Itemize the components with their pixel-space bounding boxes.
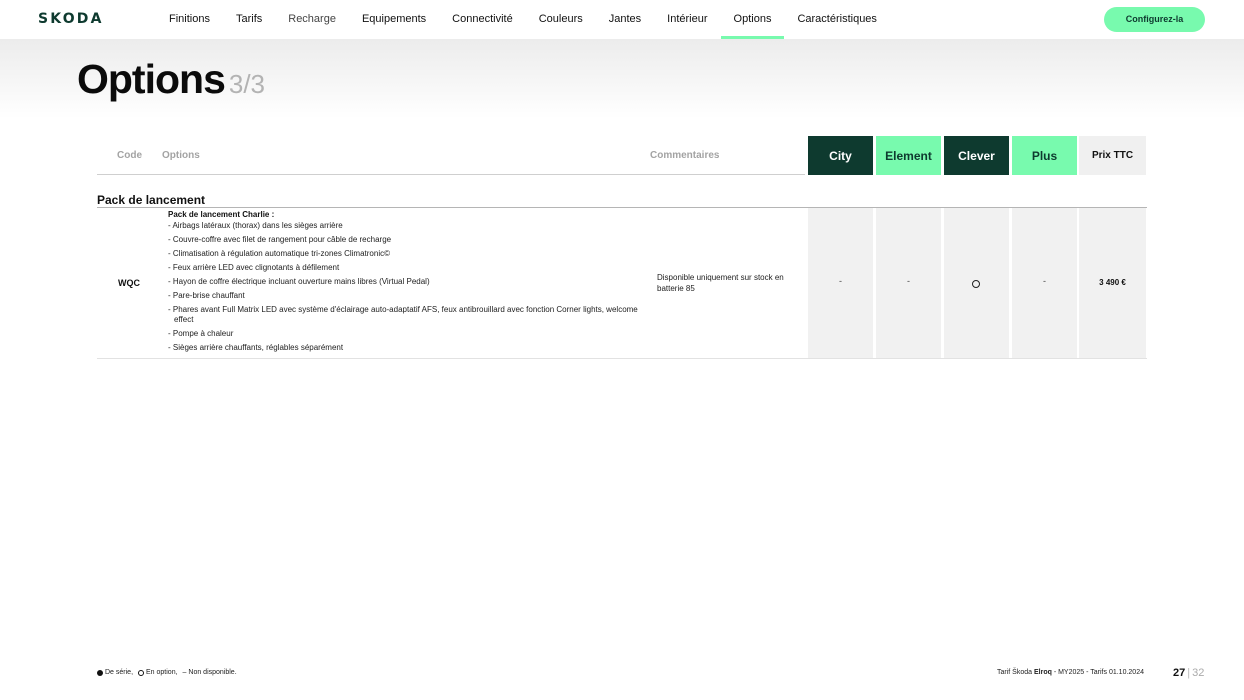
doc-prefix: Tarif Škoda <box>997 669 1033 676</box>
configure-button[interactable]: Configurez-la <box>1104 7 1205 32</box>
doc-model: Elroq <box>1033 669 1052 676</box>
page-title: Options 3/3 <box>77 56 265 103</box>
option-feature: - Couvre-coffre avec filet de rangement … <box>168 235 392 244</box>
option-feature: - Airbags latéraux (thorax) dans les siè… <box>168 221 343 230</box>
option-price: 3 490 € <box>1099 278 1126 287</box>
nav-item-tarifs[interactable]: Tarifs <box>223 0 275 39</box>
option-feature: - Pare-brise chauffant <box>168 291 245 300</box>
availability-plus: - <box>1043 276 1046 286</box>
circle-outline-icon <box>972 280 980 288</box>
option-code: WQC <box>118 278 140 288</box>
option-feature: - Pompe à chaleur <box>168 329 234 338</box>
circle-filled-icon <box>97 669 103 676</box>
main-nav: Finitions Tarifs Recharge Equipements Co… <box>156 0 890 39</box>
skoda-logo[interactable]: SKODA <box>38 11 104 27</box>
page-subtitle: 3/3 <box>228 69 266 99</box>
nav-item-options[interactable]: Options <box>720 0 785 39</box>
nav-item-equipements[interactable]: Equipements <box>349 0 439 39</box>
option-description: Pack de lancement Charlie : - Airbags la… <box>168 209 638 357</box>
page-number: 27 | 32 <box>1173 667 1204 679</box>
nav-item-couleurs[interactable]: Couleurs <box>526 0 596 39</box>
nav-item-jantes[interactable]: Jantes <box>596 0 654 39</box>
top-navigation: SKODA Finitions Tarifs Recharge Equipeme… <box>0 0 1244 39</box>
section-title: Pack de lancement <box>97 193 206 207</box>
footer-document-info: Tarif Škoda Elroq - MY2025 - Tarifs 01.1… <box>997 669 1144 676</box>
header-code: Code <box>117 150 142 161</box>
option-feature: - Phares avant Full Matrix LED avec syst… <box>168 305 638 324</box>
legend-option: En option, <box>146 669 178 676</box>
option-feature: - Climatisation à régulation automatique… <box>168 249 390 258</box>
row-divider <box>97 358 1147 359</box>
header-comments: Commentaires <box>650 150 720 161</box>
availability-city: - <box>839 276 842 286</box>
availability-element: - <box>907 276 910 286</box>
option-feature: - Feux arrière LED avec clignotants à dé… <box>168 263 340 272</box>
header-options: Options <box>162 150 200 161</box>
variant-plus: Plus <box>1012 136 1077 175</box>
page-title-text: Options <box>77 56 226 102</box>
page-separator: | <box>1187 667 1191 679</box>
option-feature-list: - Airbags latéraux (thorax) dans les siè… <box>168 221 638 353</box>
circle-outline-icon <box>138 669 145 676</box>
legend-standard: De série, <box>105 669 134 676</box>
nav-item-connectivite[interactable]: Connectivité <box>439 0 526 39</box>
variant-price: Prix TTC <box>1079 136 1146 175</box>
nav-item-caracteristiques[interactable]: Caractéristiques <box>784 0 889 39</box>
variant-clever: Clever <box>944 136 1009 175</box>
option-feature: - Hayon de coffre électrique incluant ou… <box>168 277 430 286</box>
option-feature: - Sièges arrière chauffants, réglables s… <box>168 343 344 352</box>
page-total: 32 <box>1192 667 1205 679</box>
option-comment: Disponible uniquement sur stock en batte… <box>657 273 784 293</box>
nav-item-recharge[interactable]: Recharge <box>275 0 349 39</box>
header-divider <box>97 174 805 175</box>
page-current: 27 <box>1173 667 1186 679</box>
nav-item-finitions[interactable]: Finitions <box>156 0 223 39</box>
footer-legend: De série, En option, – Non disponible. <box>97 669 237 676</box>
variant-city: City <box>808 136 873 175</box>
nav-item-interieur[interactable]: Intérieur <box>654 0 720 39</box>
variant-element: Element <box>876 136 941 175</box>
option-title: Pack de lancement Charlie : <box>168 210 275 219</box>
doc-suffix: - MY2025 - Tarifs 01.10.2024 <box>1053 669 1144 676</box>
legend-unavailable: – Non disponible. <box>182 669 237 676</box>
